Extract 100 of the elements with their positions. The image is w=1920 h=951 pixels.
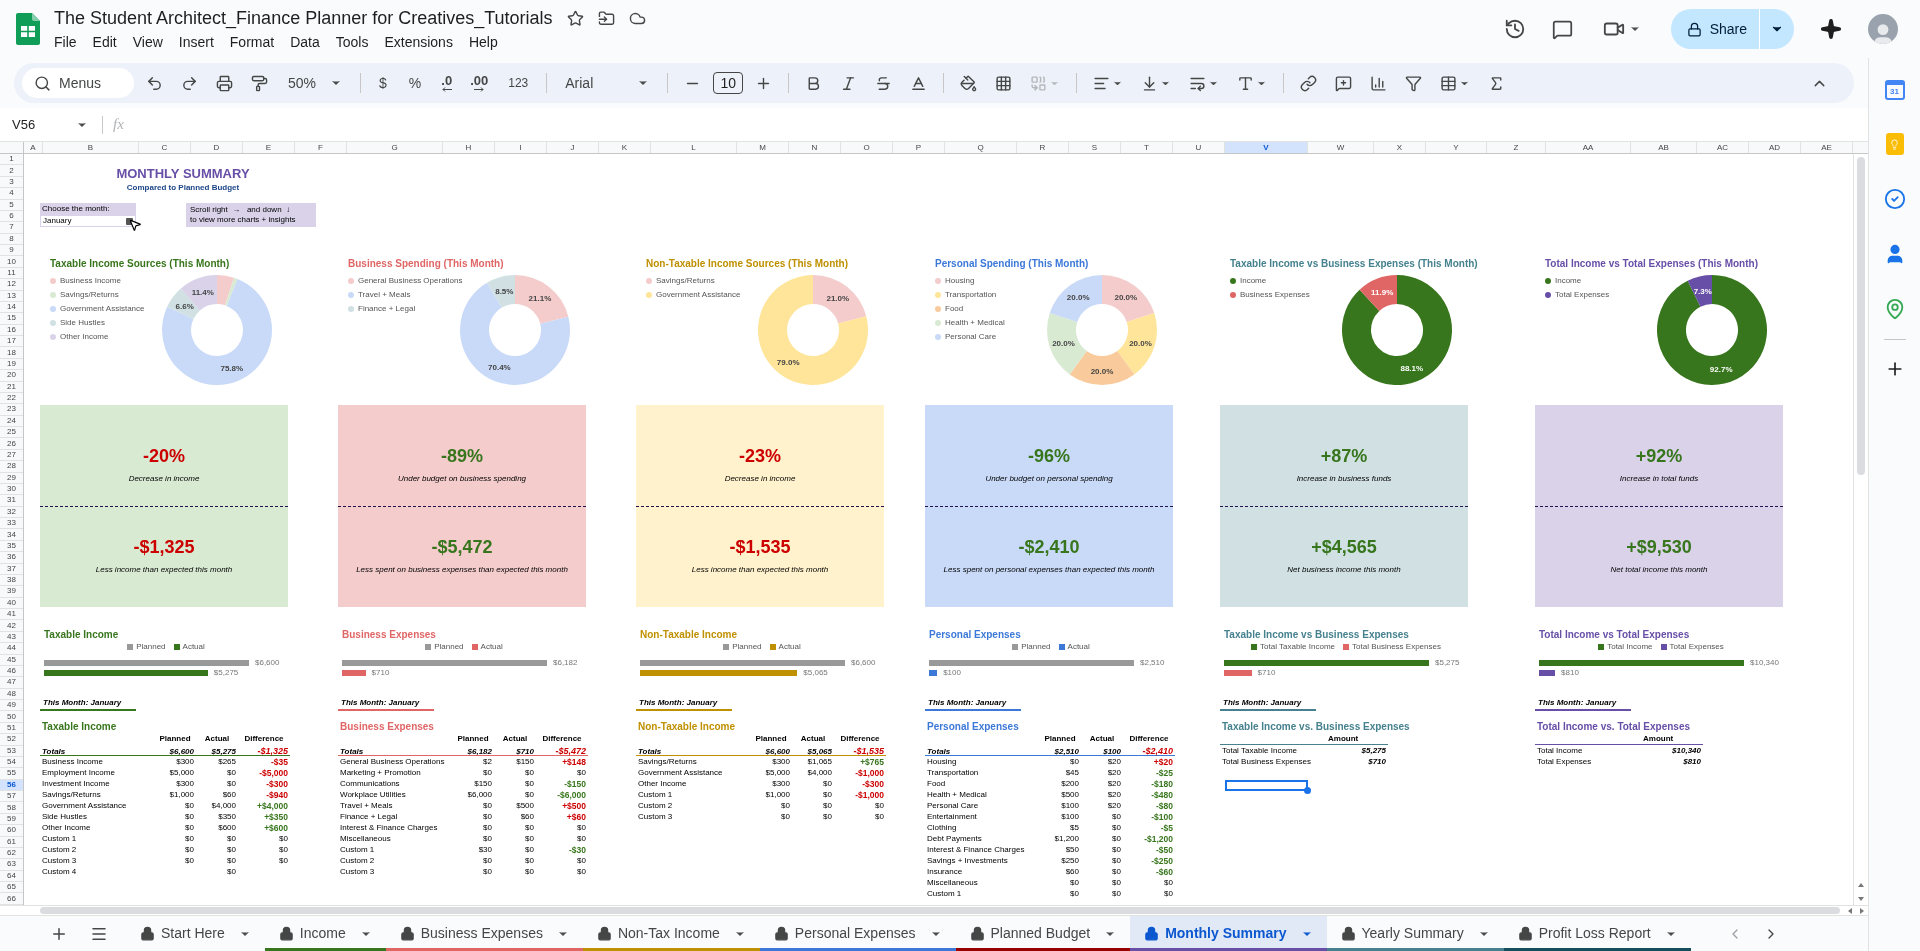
row-header[interactable]: 6 [0,210,23,223]
paint-format-icon[interactable] [251,74,268,92]
sheet-tab[interactable]: Non-Tax Income [582,916,760,951]
row-header[interactable]: 15 [0,313,23,325]
row-header[interactable]: 20 [0,370,23,382]
calendar-icon[interactable]: 31 [1884,80,1905,100]
column-header[interactable]: C [139,142,191,153]
row-header[interactable]: 19 [0,358,23,371]
row-header[interactable]: 17 [0,336,23,348]
row-header[interactable]: 12 [0,279,23,291]
percent-button[interactable]: % [400,72,430,94]
row-header[interactable]: 62 [0,847,23,860]
row-header[interactable]: 27 [0,449,23,462]
row-header[interactable]: 46 [0,665,23,678]
menu-item[interactable]: Format [222,32,282,53]
sheets-logo-icon[interactable] [16,13,40,45]
link-icon[interactable] [1300,74,1318,92]
menu-item[interactable]: View [125,32,170,53]
scroll-down-icon[interactable] [1858,897,1864,901]
column-header[interactable]: N [789,142,841,153]
borders-icon[interactable] [995,74,1013,92]
number-format-button[interactable]: 123 [500,74,537,92]
column-header[interactable]: AB [1631,142,1697,153]
column-header[interactable]: Y [1426,142,1487,153]
column-header[interactable]: L [651,142,737,153]
sheet-tab[interactable]: Planned Budget [955,916,1131,951]
column-header[interactable]: R [1017,142,1069,153]
row-header[interactable]: 55 [0,768,23,780]
column-header[interactable]: AD [1749,142,1801,153]
row-header[interactable]: 66 [0,893,23,905]
column-header[interactable]: I [495,142,547,153]
row-header[interactable]: 16 [0,324,23,336]
sheet-tab[interactable]: Income [264,916,386,951]
menu-item[interactable]: File [47,32,84,53]
row-header[interactable]: 49 [0,700,23,712]
sheet-tab[interactable]: Start Here [126,916,265,951]
move-folder-icon[interactable] [597,10,615,27]
column-header[interactable]: M [737,142,789,153]
row-header[interactable]: 30 [0,483,23,496]
column-header[interactable]: Q [945,142,1017,153]
row-header[interactable]: 64 [0,870,23,882]
row-header[interactable]: 23 [0,404,23,416]
row-header[interactable]: 7 [0,222,23,234]
merge-cells-icon[interactable] [1030,74,1048,92]
row-header[interactable]: 1 [0,154,23,166]
increase-decimal-button[interactable]: .00 [464,74,495,92]
column-header[interactable]: F [295,142,347,153]
column-header[interactable]: O [841,142,893,153]
sparkle-icon[interactable] [1820,18,1842,40]
scrollbar-thumb[interactable] [1857,157,1865,475]
row-header[interactable]: 29 [0,472,23,484]
month-dropdown[interactable]: January [40,215,136,227]
menus-search-field[interactable]: Menus [22,68,134,98]
row-header[interactable]: 36 [0,552,23,564]
column-header[interactable]: P [893,142,945,153]
row-header[interactable]: 39 [0,586,23,598]
font-size-field[interactable]: 10 [713,72,744,94]
column-header[interactable]: B [43,142,139,153]
scroll-right-icon[interactable] [1860,907,1864,914]
selected-cell[interactable] [1225,779,1308,792]
row-header[interactable]: 25 [0,427,23,439]
column-header[interactable]: Z [1487,142,1546,153]
row-header[interactable]: 58 [0,802,23,814]
sheet-tab[interactable]: Business Expenses [385,916,583,951]
menu-item[interactable]: Extensions [377,32,460,53]
row-header[interactable]: 57 [0,791,23,803]
row-header[interactable]: 13 [0,290,23,302]
row-header[interactable]: 10 [0,256,23,268]
column-header[interactable]: V [1225,142,1308,153]
row-header[interactable]: 32 [0,506,23,518]
column-header[interactable]: D [191,142,243,153]
row-header[interactable]: 60 [0,825,23,837]
decrease-decimal-button[interactable]: .0 [435,74,459,92]
row-header[interactable]: 54 [0,756,23,769]
currency-button[interactable]: $ [371,72,395,94]
scroll-left-icon[interactable] [1848,907,1852,914]
row-header[interactable]: 59 [0,813,23,826]
comment-icon[interactable] [1551,18,1573,40]
row-header[interactable]: 48 [0,688,23,700]
row-header[interactable]: 21 [0,381,23,393]
column-header[interactable]: AA [1546,142,1631,153]
row-header[interactable]: 24 [0,415,23,427]
column-header[interactable]: W [1308,142,1374,153]
column-header[interactable]: A [24,142,43,153]
row-header[interactable]: 34 [0,529,23,541]
table-icon[interactable] [1440,74,1458,92]
column-header[interactable]: S [1069,142,1121,153]
row-header[interactable]: 53 [0,745,23,757]
column-header[interactable]: AC [1697,142,1749,153]
menu-item[interactable]: Help [461,32,505,53]
row-header[interactable]: 44 [0,643,23,655]
filter-icon[interactable] [1405,74,1423,92]
row-header[interactable]: 38 [0,574,23,587]
row-header[interactable]: 8 [0,233,23,245]
zoom-dropdown[interactable]: 50% [280,72,351,94]
row-header[interactable]: 3 [0,176,23,189]
tasks-icon[interactable] [1883,188,1906,210]
sheet-tab[interactable]: Yearly Summary [1326,916,1504,951]
row-header[interactable]: 63 [0,859,23,871]
row-header[interactable]: 31 [0,495,23,507]
